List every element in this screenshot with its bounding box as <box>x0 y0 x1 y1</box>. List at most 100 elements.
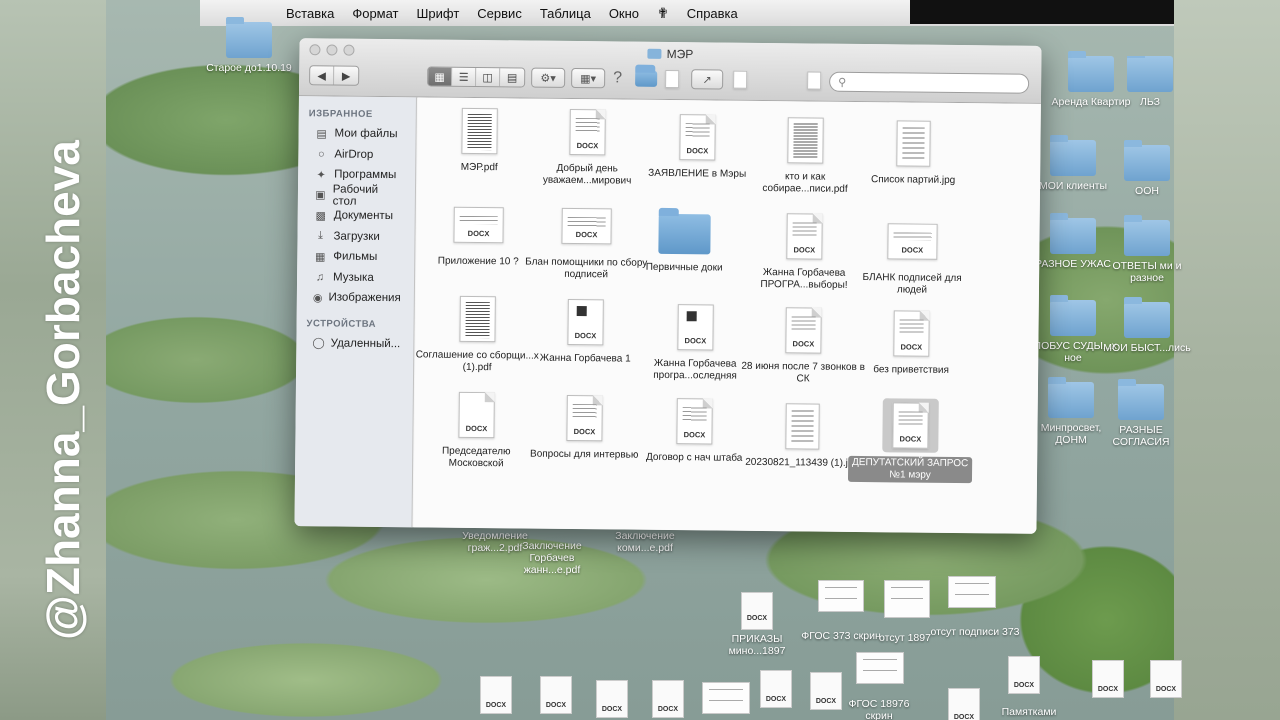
column-view-button[interactable]: ◫ <box>476 67 501 87</box>
file-label: Соглашение со сборщи...х (1).pdf <box>415 349 539 374</box>
desktop-folder[interactable]: Аренда Квартир <box>1046 51 1136 108</box>
document-icon[interactable] <box>733 70 748 89</box>
pdf-icon <box>461 107 498 155</box>
sidebar-item-desktop[interactable]: ▣ Рабочий стол <box>298 183 415 207</box>
docx-icon: DOCX <box>887 223 938 260</box>
file-item[interactable]: кто и как собирае...писи.pdf <box>743 113 868 196</box>
sidebar-section-favorites: ИЗБРАННОЕ <box>308 108 373 120</box>
watermark-text: @Zhanna_Gorbacheva <box>37 140 89 640</box>
image-thumbnail[interactable] <box>702 682 750 714</box>
file-item[interactable]: DOCX Жанна Горбачева програ...оследняя <box>633 300 758 383</box>
forward-button[interactable]: ▶ <box>334 66 359 85</box>
app-script-icon: ✟ <box>657 4 669 21</box>
sidebar-item-music[interactable]: ♫ Музыка <box>297 267 414 289</box>
file-item[interactable]: DOCX Жанна Горбачева 1 <box>523 294 648 365</box>
arrange-menu: ▦▾ <box>571 67 606 89</box>
document-icon[interactable] <box>807 71 822 90</box>
desktop-icon-label: РАЗНЫЕ СОГЛАСИЯ <box>1112 424 1170 448</box>
sidebar-item-downloads[interactable]: ⤓ Загрузки <box>297 226 414 248</box>
sidebar-item-movies[interactable]: ▦ Фильмы <box>297 246 414 268</box>
image-thumbnail[interactable] <box>948 576 996 608</box>
docx-icon: DOCX <box>458 391 495 439</box>
docx-icon[interactable]: DOCX <box>948 688 980 720</box>
folder-item[interactable]: Первичные доки <box>622 204 747 275</box>
list-view-button[interactable]: ☰ <box>452 67 477 86</box>
folder-icon[interactable] <box>635 70 658 87</box>
desktop-folder[interactable]: ООН <box>1102 140 1192 197</box>
docx-icon[interactable]: DOCX <box>1008 656 1040 694</box>
docx-icon[interactable]: DOCX <box>810 672 842 710</box>
menu-font[interactable]: Шрифт <box>417 6 460 21</box>
docx-icon[interactable]: DOCX <box>652 680 684 718</box>
file-item[interactable]: 20230821_113439 (1).jpg <box>740 399 865 470</box>
docx-icon[interactable]: DOCX <box>760 670 792 708</box>
file-item[interactable]: DOCX БЛАНК подписей для людей <box>850 214 975 297</box>
folder-icon <box>1118 379 1164 420</box>
file-item[interactable]: DOCX Председателю Московской <box>414 387 539 470</box>
menu-window[interactable]: Окно <box>609 6 639 21</box>
file-label: Председателю Московской <box>441 445 511 470</box>
desktop-file[interactable]: отсут подписи 373 <box>930 626 1020 638</box>
file-item[interactable]: Список партий.jpg <box>851 116 976 187</box>
docx-icon[interactable]: DOCX <box>1150 660 1182 698</box>
file-item[interactable]: DOCX Вопросы для интервью <box>522 390 647 461</box>
folder-icon <box>1124 140 1170 181</box>
desktop-icon-label: Старое до1.10.19 <box>206 62 292 74</box>
file-item-selected[interactable]: DOCX ДЕПУТАТСКИЙ ЗАПРОС №1 мэру <box>847 398 973 484</box>
finder-window: МЭР ◀ ▶ ▦ ☰ ◫ ▤ ⚙▾ ▦▾ ? ↗ ⚲ ИЗБРАННОЕ ▤ … <box>294 38 1042 534</box>
movies-icon: ▦ <box>315 251 326 264</box>
desktop-file[interactable]: DOCX ПРИКАЗЫ мино...1897 <box>712 592 802 657</box>
desktop-file[interactable]: ФГОС 18976 скрин <box>834 698 924 720</box>
sidebar-item-label: Удаленный... <box>330 337 401 350</box>
sidebar-item-documents[interactable]: ▩ Документы <box>298 205 415 227</box>
desktop-file[interactable]: Заключение Горбачев жанн...е.pdf <box>512 540 592 576</box>
docx-icon[interactable]: DOCX <box>480 676 512 714</box>
sidebar-item-airdrop[interactable]: ○ AirDrop <box>298 144 415 166</box>
menu-tools[interactable]: Сервис <box>477 6 522 21</box>
gear-icon[interactable]: ⚙▾ <box>531 67 566 88</box>
menu-table[interactable]: Таблица <box>540 6 591 21</box>
share-icon[interactable]: ↗ <box>691 69 724 90</box>
file-item[interactable]: DOCX 28 июня после 7 звонков в СК <box>741 303 866 386</box>
image-thumbnail[interactable] <box>884 580 930 618</box>
docx-icon[interactable]: DOCX <box>596 680 628 718</box>
search-field[interactable]: ⚲ <box>829 71 1030 94</box>
desktop-folder[interactable]: ЛЬЗ <box>1126 56 1174 108</box>
docx-icon[interactable]: DOCX <box>1092 660 1124 698</box>
docx-icon: DOCX <box>453 206 504 244</box>
file-item[interactable]: DOCX без приветствия <box>849 306 974 377</box>
menu-format[interactable]: Формат <box>352 6 398 21</box>
menu-insert[interactable]: Вставка <box>286 6 334 21</box>
file-item[interactable]: DOCX Договор с нач штаба <box>632 394 757 465</box>
icon-view-button[interactable]: ▦ <box>428 67 453 86</box>
menu-help[interactable]: Справка <box>687 6 738 21</box>
file-item[interactable]: DOCX ЗАЯВЛЕНИЕ в Мэры <box>635 110 760 181</box>
desktop-folder[interactable]: МОИ БЫСТ...лись <box>1102 297 1192 354</box>
desktop-folder[interactable]: РАЗНЫЕ СОГЛАСИЯ <box>1096 379 1186 448</box>
desktop-file[interactable]: Заключение коми...е.pdf <box>600 530 690 554</box>
sidebar-item-label: Фильмы <box>333 250 378 264</box>
window-title-text: МЭР <box>666 46 694 62</box>
back-button[interactable]: ◀ <box>310 66 335 85</box>
docx-icon[interactable]: DOCX <box>540 676 572 714</box>
sidebar-item-remote-disc[interactable]: ◯ Удаленный... <box>296 333 413 355</box>
file-item[interactable]: Соглашение со сборщи...х (1).pdf <box>415 291 540 374</box>
desktop-file[interactable]: Памятками <box>984 706 1074 718</box>
file-item[interactable]: МЭР.pdf <box>417 103 542 174</box>
image-thumbnail[interactable] <box>818 580 864 612</box>
file-item[interactable]: DOCX Добрый день уважаем...мирович <box>525 105 650 188</box>
desktop-folder[interactable]: Старое до1.10.19 <box>204 17 294 74</box>
all-my-files-icon: ▤ <box>316 128 327 141</box>
coverflow-view-button[interactable]: ▤ <box>500 68 525 87</box>
sidebar-item-all-my-files[interactable]: ▤ Мои файлы <box>298 123 415 145</box>
document-icon[interactable] <box>665 69 680 89</box>
help-icon[interactable]: ? <box>613 69 622 87</box>
desktop-folder[interactable]: ОТВЕТЫ ми и разное <box>1102 215 1192 284</box>
image-thumbnail[interactable] <box>856 652 904 684</box>
arrange-icon[interactable]: ▦▾ <box>571 67 606 89</box>
file-item[interactable]: DOCX Жанна Горбачева ПРОГРА...выборы! <box>742 209 867 292</box>
desktop-icon-label: МОИ БЫСТ...лись <box>1103 342 1191 354</box>
desktop-icon-label: отсут подписи 373 <box>930 626 1020 638</box>
sidebar-item-pictures[interactable]: ◉ Изображения <box>297 287 414 309</box>
file-item[interactable]: DOCX Приложение 10 ? <box>416 197 541 268</box>
